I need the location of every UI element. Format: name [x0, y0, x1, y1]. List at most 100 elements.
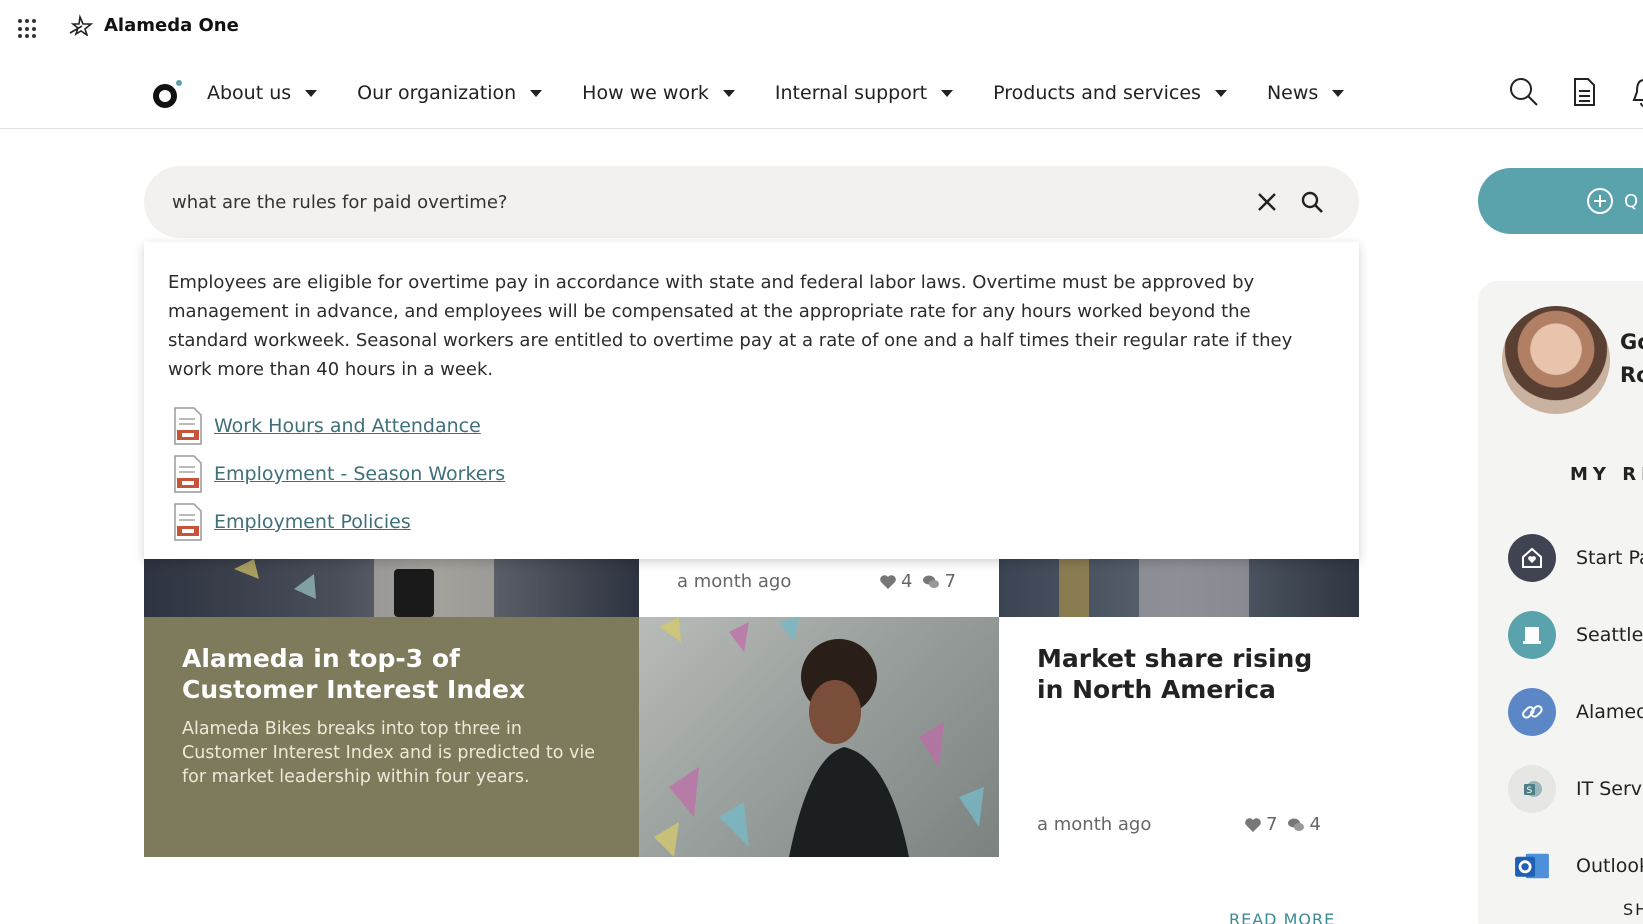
comments-icon[interactable]: [922, 574, 940, 590]
resource-label: Outlook: [1576, 854, 1643, 877]
profile-name-line: Go: [1620, 330, 1643, 354]
source-list: Work Hours and Attendance Employment - S…: [172, 402, 505, 546]
caret-down-icon: [722, 89, 735, 97]
resource-item-it-services[interactable]: S IT Servi: [1508, 750, 1643, 827]
resource-label: Start Pa: [1576, 546, 1643, 569]
heart-icon[interactable]: [1244, 817, 1262, 833]
resource-list: Start Pa Seattle Alamed S IT Servi Outlo…: [1508, 519, 1643, 904]
right-panel: Go Ro MY RE Start Pa Seattle Alamed S: [1478, 281, 1643, 924]
news-stats: 7 4: [1244, 814, 1321, 835]
caret-down-icon: [530, 89, 543, 97]
home-heart-icon: [1508, 533, 1556, 582]
submit-search-button[interactable]: [1294, 184, 1330, 220]
nav-item-label: Internal support: [774, 82, 928, 104]
nav-item-how-we-work[interactable]: How we work: [582, 82, 735, 104]
nav-item-label: How we work: [582, 82, 709, 104]
profile-name-line: Ro: [1620, 363, 1643, 387]
search-icon[interactable]: [1508, 76, 1540, 108]
svg-text:S: S: [1527, 786, 1533, 796]
pdf-document-icon: [174, 455, 202, 493]
search-input[interactable]: [172, 186, 1172, 218]
show-more-link[interactable]: SH: [1623, 900, 1643, 919]
avatar[interactable]: [1502, 306, 1610, 414]
profile-name[interactable]: Go Ro: [1620, 326, 1643, 392]
app-launcher-icon[interactable]: [18, 19, 38, 39]
nav-item-label: Our organization: [357, 82, 517, 104]
brand[interactable]: Alameda One: [68, 14, 239, 36]
pdf-document-icon: [174, 407, 202, 445]
likes-count: 4: [901, 571, 913, 592]
caret-down-icon: [1332, 89, 1345, 97]
read-more-link[interactable]: READ MORE: [1229, 910, 1335, 924]
hand-photo-image: [1059, 559, 1249, 617]
news-stats: 4 7: [879, 571, 956, 592]
news-title: Market share rising in North America: [1037, 644, 1313, 704]
nav-item-internal-support[interactable]: Internal support: [774, 82, 954, 104]
nav-menu: About us Our organization How we work In…: [207, 82, 1384, 104]
outlook-icon: [1508, 841, 1556, 890]
sharepoint-icon: S: [1508, 764, 1556, 813]
building-icon: [1508, 610, 1556, 659]
likes-count: 7: [1266, 814, 1278, 835]
caret-down-icon: [941, 89, 954, 97]
caret-down-icon: [1214, 89, 1227, 97]
bell-icon[interactable]: [1628, 76, 1643, 108]
clear-search-button[interactable]: [1249, 184, 1285, 220]
quick-action-label: Q: [1624, 190, 1639, 212]
woman-photo-image: [654, 617, 984, 857]
resource-label: IT Servi: [1576, 777, 1643, 800]
my-resources-heading: MY RE: [1570, 464, 1643, 485]
nav-item-news[interactable]: News: [1266, 82, 1345, 104]
news-card-market-share[interactable]: Market share rising in North America a m…: [999, 617, 1359, 857]
news-time: a month ago: [1037, 814, 1152, 835]
source-item: Employment Policies: [172, 498, 505, 546]
search-box: [144, 166, 1359, 238]
brand-star-icon: [69, 14, 94, 36]
news-title: Alameda in top-3 of Customer Interest In…: [182, 644, 526, 704]
resource-label: Seattle: [1576, 623, 1643, 646]
news-grid: a month ago 4 7 Alameda in top-3 of Cust…: [144, 559, 1359, 857]
news-photo-woman[interactable]: [639, 617, 999, 857]
heart-icon[interactable]: [879, 574, 897, 590]
link-icon: [1508, 687, 1556, 736]
comments-icon[interactable]: [1287, 817, 1305, 833]
comments-count: 7: [944, 571, 956, 592]
nav-item-our-organization[interactable]: Our organization: [357, 82, 543, 104]
resource-item-start-page[interactable]: Start Pa: [1508, 519, 1643, 596]
site-logo-icon[interactable]: [150, 77, 184, 111]
plus-circle-icon: [1587, 188, 1613, 214]
search-answer-panel: Employees are eligible for overtime pay …: [144, 242, 1359, 559]
source-link-season-workers[interactable]: Employment - Season Workers: [214, 463, 505, 485]
source-item: Employment - Season Workers: [172, 450, 505, 498]
search-icon: [1301, 191, 1323, 213]
news-summary: Alameda Bikes breaks into top three in C…: [182, 719, 596, 787]
resource-item-alameda[interactable]: Alamed: [1508, 673, 1643, 750]
answer-text: Employees are eligible for overtime pay …: [168, 272, 1293, 380]
news-time: a month ago: [677, 571, 792, 592]
document-icon[interactable]: [1568, 76, 1600, 108]
source-link-employment-policies[interactable]: Employment Policies: [214, 511, 411, 533]
news-card-customer-index[interactable]: Alameda in top-3 of Customer Interest In…: [144, 617, 639, 857]
comments-count: 4: [1309, 814, 1321, 835]
phone-photo-image: [234, 559, 494, 617]
nav-item-products-and-services[interactable]: Products and services: [993, 82, 1227, 104]
brand-name: Alameda One: [104, 14, 239, 36]
resource-item-outlook[interactable]: Outlook: [1508, 827, 1643, 904]
caret-down-icon: [305, 89, 318, 97]
nav-item-label: About us: [207, 82, 292, 104]
nav-item-about-us[interactable]: About us: [207, 82, 318, 104]
close-icon: [1258, 193, 1276, 211]
nav-item-label: News: [1266, 82, 1319, 104]
resource-label: Alamed: [1576, 700, 1643, 723]
source-item: Work Hours and Attendance: [172, 402, 505, 450]
resource-item-seattle[interactable]: Seattle: [1508, 596, 1643, 673]
source-link-work-hours[interactable]: Work Hours and Attendance: [214, 415, 481, 437]
top-bar: Alameda One: [0, 0, 1643, 56]
nav-actions: [1508, 76, 1643, 108]
news-card-meta: a month ago 4 7: [639, 559, 999, 617]
news-photo-people[interactable]: [144, 559, 639, 617]
nav-item-label: Products and services: [993, 82, 1201, 104]
news-photo-hand[interactable]: [999, 559, 1359, 617]
main-nav: About us Our organization How we work In…: [0, 56, 1643, 129]
quick-action-button[interactable]: Q: [1478, 168, 1643, 234]
